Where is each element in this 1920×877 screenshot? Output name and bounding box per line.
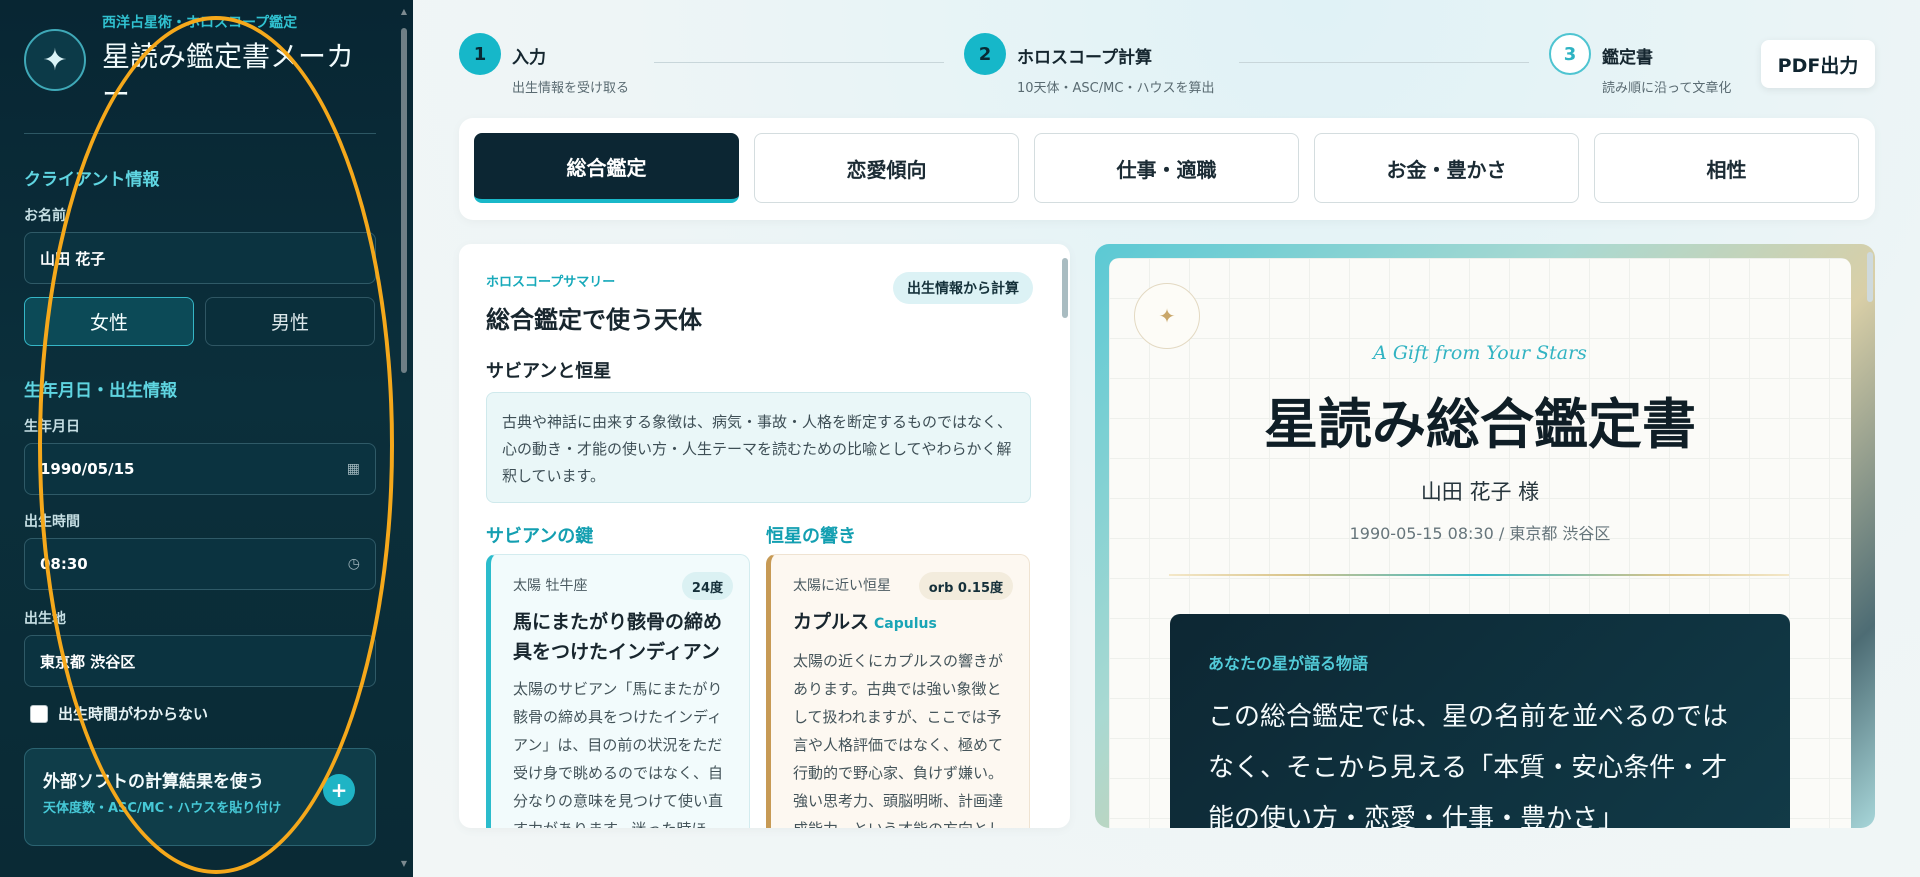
- certificate-title: 星読み総合鑑定書: [1264, 392, 1696, 456]
- sparkle-icon: ✦: [24, 29, 86, 91]
- clock-icon[interactable]: ◷: [348, 556, 360, 572]
- story-text: この総合鑑定では、星の名前を並べるのではなく、そこから見える「本質・安心条件・才…: [1208, 702, 1729, 828]
- birthdate-label: 生年月日: [24, 419, 80, 435]
- client-section-heading: クライアント情報: [24, 170, 160, 190]
- name-field[interactable]: 山田 花子: [24, 232, 376, 284]
- gender-female-button[interactable]: 女性: [24, 297, 194, 346]
- fixed-star-card: 太陽に近い恒星 orb 0.15度 カプルス Capulus 太陽の近くにカプルス…: [766, 554, 1030, 828]
- star-seal-icon: ✦: [1134, 283, 1200, 349]
- scrollbar-thumb[interactable]: [1062, 258, 1068, 318]
- step-2-title: ホロスコープ計算: [1017, 48, 1152, 68]
- certificate-birth-meta: 1990-05-15 08:30 / 東京都 渋谷区: [1349, 524, 1611, 543]
- step-1-desc: 出生情報を受け取る: [512, 81, 630, 96]
- main-area: 1 入力 出生情報を受け取る 2 ホロスコープ計算 10天体・ASC/MC・ハウ…: [413, 0, 1920, 877]
- scrollbar-thumb[interactable]: [1867, 252, 1873, 302]
- step-3-number: 3: [1549, 33, 1591, 75]
- summary-scrollbar[interactable]: [1061, 248, 1069, 826]
- external-software-card[interactable]: 外部ソフトの計算結果を使う 天体度数・ASC/MC・ハウスを貼り付け +: [24, 748, 376, 846]
- tab-love[interactable]: 恋愛傾向: [754, 133, 1019, 203]
- summary-title: 総合鑑定で使う天体: [486, 305, 702, 334]
- certificate-scrollbar[interactable]: [1866, 248, 1874, 826]
- horoscope-summary-panel: ホロスコープサマリー 総合鑑定で使う天体 出生情報から計算 サビアンと恒星 古典…: [459, 244, 1070, 828]
- birthplace-field[interactable]: 東京都 渋谷区: [24, 635, 376, 687]
- scroll-up-icon[interactable]: ▲: [400, 8, 408, 16]
- name-label: お名前: [24, 208, 66, 224]
- degree-badge: 24度: [681, 572, 733, 600]
- unknown-time-checkbox[interactable]: 出生時間がわからない: [30, 703, 208, 724]
- sidebar: ✦ 西洋占星術・ホロスコープ鑑定 星読み鑑定書メーカー クライアント情報 お名前…: [0, 0, 413, 877]
- star-card-title: カプルス: [793, 611, 870, 633]
- gender-male-button[interactable]: 男性: [205, 297, 375, 346]
- sidebar-scrollbar[interactable]: ▲ ▼: [400, 8, 408, 868]
- tab-money[interactable]: お金・豊かさ: [1314, 133, 1579, 203]
- certificate-kicker: A Gift from Your Stars: [1373, 342, 1587, 364]
- star-card-body: 太陽の近くにカプルスの響きがあります。古典では強い象徴として扱われますが、ここで…: [793, 652, 1004, 828]
- scrollbar-thumb[interactable]: [401, 28, 407, 373]
- birthplace-label: 出生地: [24, 611, 66, 627]
- certificate-page: ✦ A Gift from Your Stars 星読み総合鑑定書 山田 花子 …: [1109, 258, 1851, 828]
- summary-subheading: サビアンと恒星: [486, 361, 612, 382]
- star-card-title-en: Capulus: [874, 616, 937, 632]
- birthtime-value: 08:30: [40, 555, 88, 573]
- scroll-down-icon[interactable]: ▼: [400, 860, 408, 868]
- sidebar-divider: [24, 133, 376, 134]
- sabian-heading: サビアンの鍵: [486, 526, 594, 547]
- external-card-desc: 天体度数・ASC/MC・ハウスを貼り付け: [43, 801, 282, 816]
- orb-badge: orb 0.15度: [918, 572, 1013, 600]
- birthplace-value: 東京都 渋谷区: [40, 652, 136, 671]
- calendar-icon[interactable]: ▦: [347, 461, 360, 477]
- birth-section-heading: 生年月日・出生情報: [24, 381, 177, 401]
- checkbox-box[interactable]: [30, 704, 48, 723]
- name-value: 山田 花子: [40, 249, 106, 268]
- step-1-title: 入力: [512, 48, 546, 68]
- sabian-card: 太陽 牡牛座 24度 馬にまたがり骸骨の締め具をつけたインディアン 太陽のサビア…: [486, 554, 750, 828]
- fixed-star-heading: 恒星の響き: [766, 526, 856, 547]
- birthtime-label: 出生時間: [24, 514, 80, 530]
- certificate-divider: [1169, 574, 1789, 576]
- summary-note: 古典や神話に由来する象徴は、病気・事故・人格を断定するものではなく、心の動き・才…: [486, 392, 1031, 503]
- tab-general[interactable]: 総合鑑定: [474, 133, 739, 203]
- external-card-title: 外部ソフトの計算結果を使う: [43, 772, 264, 792]
- story-kicker: あなたの星が語る物語: [1208, 654, 1369, 673]
- star-card-title-row: カプルス Capulus: [793, 607, 1011, 639]
- pdf-export-button[interactable]: PDF出力: [1761, 40, 1875, 88]
- sabian-card-body: 太陽のサビアン「馬にまたがり骸骨の締め具をつけたインディアン」は、目の前の状況を…: [513, 680, 724, 828]
- tab-compatibility[interactable]: 相性: [1594, 133, 1859, 203]
- plus-icon[interactable]: +: [323, 774, 355, 806]
- step-1-number: 1: [459, 33, 501, 75]
- birthtime-field[interactable]: 08:30 ◷: [24, 538, 376, 590]
- unknown-time-label: 出生時間がわからない: [58, 705, 209, 723]
- calc-source-badge: 出生情報から計算: [893, 272, 1033, 304]
- sabian-card-title: 馬にまたがり骸骨の締め具をつけたインディアン: [513, 611, 723, 663]
- step-2-desc: 10天体・ASC/MC・ハウスを算出: [1017, 81, 1215, 96]
- certificate-recipient: 山田 花子 様: [1420, 480, 1540, 504]
- birthdate-field[interactable]: 1990/05/15 ▦: [24, 443, 376, 495]
- step-connector: [1239, 62, 1529, 63]
- story-card: あなたの星が語る物語 この総合鑑定では、星の名前を並べるのではなく、そこから見え…: [1170, 614, 1790, 828]
- tab-career[interactable]: 仕事・適職: [1034, 133, 1299, 203]
- brand-subtitle: 西洋占星術・ホロスコープ鑑定: [102, 15, 298, 31]
- tab-bar: 総合鑑定 恋愛傾向 仕事・適職 お金・豊かさ 相性: [459, 118, 1875, 220]
- summary-kicker: ホロスコープサマリー: [486, 275, 616, 290]
- step-3-desc: 読み順に沿って文章化: [1602, 81, 1732, 96]
- step-connector: [654, 62, 944, 63]
- birthdate-value: 1990/05/15: [40, 460, 135, 478]
- app-title: 星読み鑑定書メーカー: [102, 40, 355, 111]
- step-2-number: 2: [964, 33, 1006, 75]
- step-3-title: 鑑定書: [1602, 48, 1653, 68]
- certificate-preview: ✦ A Gift from Your Stars 星読み総合鑑定書 山田 花子 …: [1095, 244, 1875, 828]
